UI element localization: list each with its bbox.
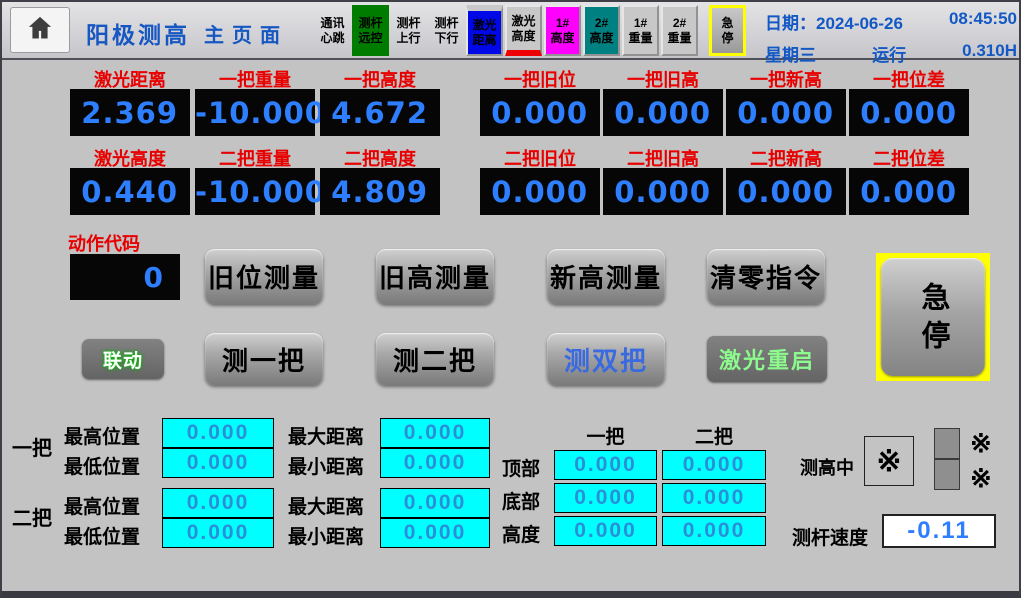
stat-value: 0.000 xyxy=(380,418,490,448)
display-value: 0.000 xyxy=(726,89,846,136)
runtime-value: 0.310H xyxy=(962,41,1017,66)
app-title: 阳极测高 xyxy=(86,16,190,50)
indicator-symbol-2: ※ xyxy=(970,463,992,494)
run-status: 运行 xyxy=(872,41,906,66)
table-row-label: 顶部 xyxy=(502,454,540,481)
header-nav: 通讯 心跳 测杆 远控 测杆 上行 测杆 下行 激光 距离 激光 高度 1# 高… xyxy=(314,5,747,56)
measure-two-button[interactable]: 测二把 xyxy=(376,333,494,385)
stat-value: 0.000 xyxy=(162,418,274,448)
display-value: -10.000 xyxy=(195,168,315,215)
clear-command-button[interactable]: 清零指令 xyxy=(707,249,825,304)
stat-value: 0.000 xyxy=(162,448,274,478)
action-code-value: 0 xyxy=(70,254,180,300)
stat-label: 最低位置 xyxy=(64,452,140,479)
indicator-symbol-1: ※ xyxy=(970,428,992,459)
nav-comm-heartbeat[interactable]: 通讯 心跳 xyxy=(314,5,351,56)
stat-value: 0.000 xyxy=(380,448,490,478)
measuring-indicator: ※ xyxy=(864,436,914,486)
group2-name: 二把 xyxy=(12,502,52,531)
display-value: 2.369 xyxy=(70,89,190,136)
group1-name: 一把 xyxy=(12,432,52,461)
stat-label: 最小距离 xyxy=(288,452,364,479)
indicator-lamp-1 xyxy=(934,428,960,459)
table-col2-header: 二把 xyxy=(662,422,766,449)
header-bar: 阳极测高 主页面 通讯 心跳 测杆 远控 测杆 上行 测杆 下行 激光 距离 激… xyxy=(2,2,1019,60)
nav-1-weight[interactable]: 1# 重量 xyxy=(622,5,659,56)
weekday-label: 星期三 xyxy=(765,41,816,66)
stat-value: 0.000 xyxy=(162,518,274,548)
stat-value: 0.000 xyxy=(162,488,274,518)
display-value: 0.000 xyxy=(480,168,600,215)
old-pos-measure-button[interactable]: 旧位测量 xyxy=(205,249,323,304)
estop-button[interactable]: 急停 xyxy=(876,253,990,381)
nav-rod-down[interactable]: 测杆 下行 xyxy=(428,5,465,56)
stat-value: 0.000 xyxy=(380,488,490,518)
table-cell: 0.000 xyxy=(662,450,766,480)
measure-one-button[interactable]: 测一把 xyxy=(205,333,323,385)
time-value: 08:45:50 xyxy=(949,9,1017,34)
table-cell: 0.000 xyxy=(554,516,657,546)
home-icon xyxy=(25,14,55,47)
display-value: 4.809 xyxy=(320,168,440,215)
measure-both-button[interactable]: 测双把 xyxy=(547,333,665,385)
new-height-measure-button[interactable]: 新高测量 xyxy=(547,249,665,304)
table-row-label: 高度 xyxy=(502,520,540,547)
table-row-label: 底部 xyxy=(502,487,540,514)
nav-laser-height[interactable]: 激光 高度 xyxy=(505,5,542,56)
display-value: 0.440 xyxy=(70,168,190,215)
display-value: -10.000 xyxy=(195,89,315,136)
datetime-panel: 日期：2024-06-26 08:45:50 星期三 运行 0.310H xyxy=(765,9,1017,66)
display-value: 0.000 xyxy=(603,168,723,215)
rod-speed-label: 测杆速度 xyxy=(792,523,868,550)
stat-label: 最低位置 xyxy=(64,522,140,549)
display-value: 0.000 xyxy=(849,89,969,136)
nav-estop-button[interactable]: 急 停 xyxy=(709,5,746,56)
nav-2-weight[interactable]: 2# 重量 xyxy=(661,5,698,56)
display-value: 0.000 xyxy=(480,89,600,136)
table-cell: 0.000 xyxy=(662,516,766,546)
stat-label: 最高位置 xyxy=(64,492,140,519)
display-value: 4.672 xyxy=(320,89,440,136)
table-cell: 0.000 xyxy=(662,483,766,513)
page-title: 主页面 xyxy=(204,19,288,48)
date-label: 日期：2024-06-26 xyxy=(765,9,903,34)
nav-laser-distance[interactable]: 激光 距离 xyxy=(466,5,503,56)
nav-rod-remote[interactable]: 测杆 远控 xyxy=(352,5,389,56)
stat-value: 0.000 xyxy=(380,518,490,548)
stat-label: 最小距离 xyxy=(288,522,364,549)
table-col1-header: 一把 xyxy=(554,422,657,449)
display-value: 0.000 xyxy=(849,168,969,215)
table-cell: 0.000 xyxy=(554,450,657,480)
stat-label: 最大距离 xyxy=(288,492,364,519)
home-button[interactable] xyxy=(10,7,70,53)
nav-rod-up[interactable]: 测杆 上行 xyxy=(390,5,427,56)
indicator-lamp-2 xyxy=(934,459,960,490)
rod-speed-value: -0.11 xyxy=(882,514,996,548)
display-value: 0.000 xyxy=(726,168,846,215)
linkage-button[interactable]: 联动 xyxy=(82,339,164,379)
stat-label: 最大距离 xyxy=(288,422,364,449)
hmi-screen: 阳极测高 主页面 通讯 心跳 测杆 远控 测杆 上行 测杆 下行 激光 距离 激… xyxy=(0,0,1021,598)
estop-label: 急停 xyxy=(912,282,954,358)
stat-label: 最高位置 xyxy=(64,422,140,449)
old-height-measure-button[interactable]: 旧高测量 xyxy=(376,249,494,304)
action-code-label: 动作代码 xyxy=(52,230,172,256)
measuring-label: 测高中 xyxy=(800,454,854,480)
display-value: 0.000 xyxy=(603,89,723,136)
nav-1-height[interactable]: 1# 高度 xyxy=(544,5,581,56)
table-cell: 0.000 xyxy=(554,483,657,513)
laser-restart-button[interactable]: 激光重启 xyxy=(707,336,827,382)
nav-2-height[interactable]: 2# 高度 xyxy=(583,5,620,56)
